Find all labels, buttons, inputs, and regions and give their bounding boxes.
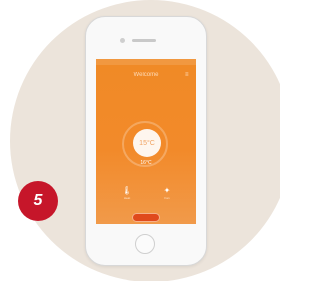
earpiece-speaker bbox=[132, 39, 156, 42]
left-control-label: Heat bbox=[123, 196, 131, 200]
step-number-badge: 5 bbox=[18, 181, 58, 221]
fan-control[interactable]: ✦ Fan bbox=[158, 186, 176, 200]
dial-value: 15°C bbox=[139, 139, 155, 147]
thermometer-control[interactable]: 🌡 Heat bbox=[118, 186, 136, 200]
menu-icon[interactable]: ≡ bbox=[185, 72, 191, 78]
bottom-action-button[interactable] bbox=[132, 213, 160, 222]
status-bar bbox=[96, 59, 196, 65]
dial-subtext: 16°C bbox=[140, 160, 152, 166]
illustration: Welcome ≡ 15°C 16°C 🌡 Heat ✦ Fan 5 bbox=[0, 0, 280, 281]
screen-title: Welcome bbox=[133, 72, 159, 78]
home-button[interactable] bbox=[135, 234, 155, 254]
right-control-label: Fan bbox=[164, 196, 170, 200]
front-camera bbox=[120, 38, 125, 43]
thermometer-icon: 🌡 bbox=[121, 186, 133, 195]
fan-icon: ✦ bbox=[163, 186, 171, 195]
temperature-dial[interactable]: 15°C bbox=[133, 129, 161, 157]
app-screen: Welcome ≡ 15°C 16°C 🌡 Heat ✦ Fan bbox=[96, 59, 196, 224]
phone-mockup: Welcome ≡ 15°C 16°C 🌡 Heat ✦ Fan bbox=[85, 16, 207, 266]
